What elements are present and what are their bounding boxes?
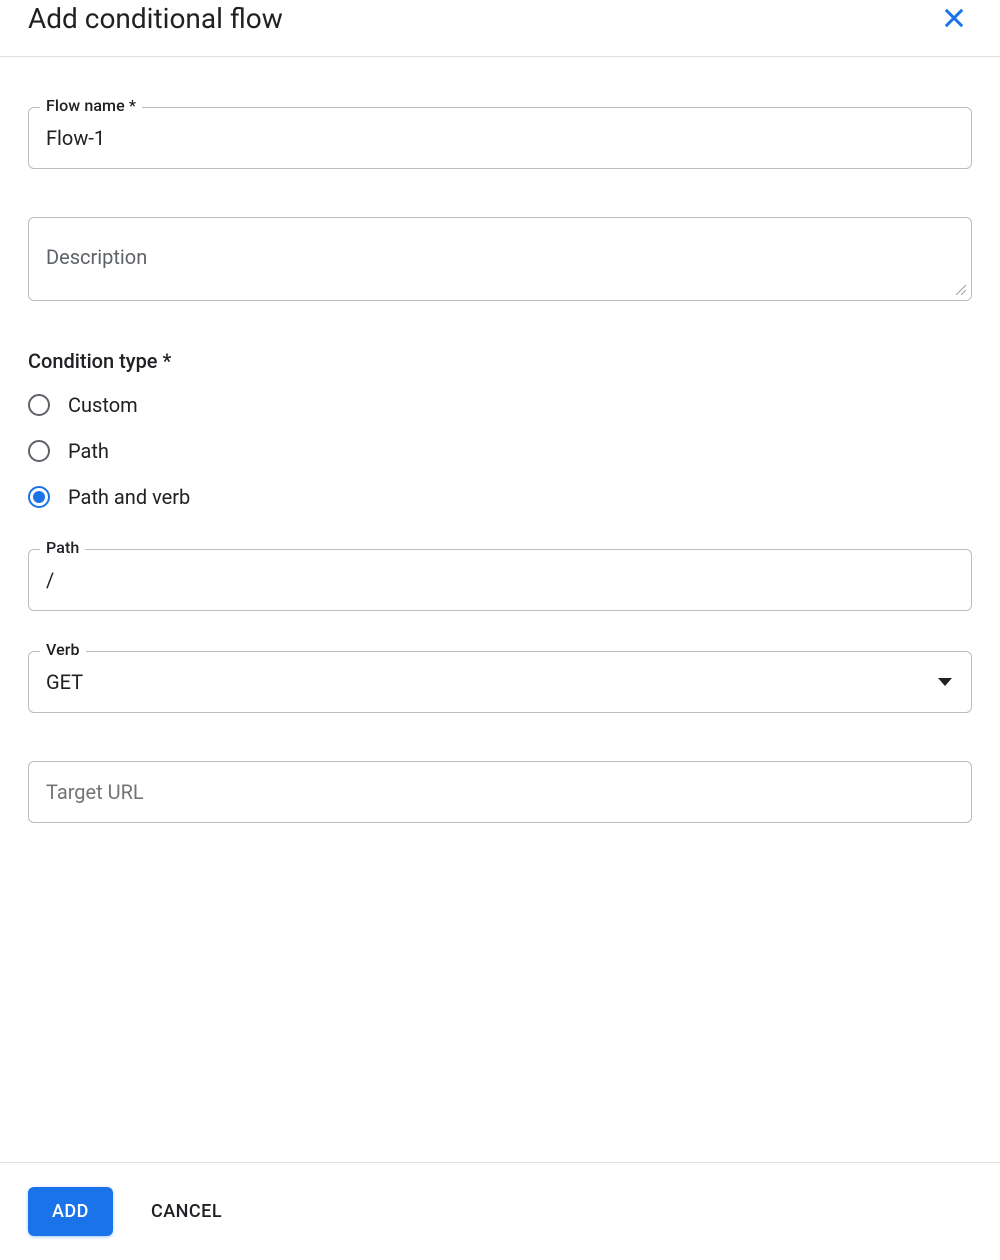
target-url-field [28,761,972,823]
close-button[interactable] [936,0,972,36]
condition-type-label: Condition type * [28,349,972,373]
flow-name-field: Flow name * [28,107,972,169]
path-field: Path [28,549,972,611]
radio-icon [28,440,50,462]
radio-label: Path [68,439,109,463]
verb-label: Verb [40,640,86,659]
dialog-title: Add conditional flow [28,2,283,35]
verb-field: Verb GET [28,651,972,713]
condition-type-group: Custom Path Path and verb [28,393,972,509]
close-icon [940,4,968,32]
path-label: Path [40,538,85,557]
radio-icon [28,394,50,416]
dialog-footer: ADD CANCEL [0,1162,1000,1260]
flow-name-input[interactable] [28,107,972,169]
radio-custom[interactable]: Custom [28,393,972,417]
radio-label: Custom [68,393,138,417]
dialog-header: Add conditional flow [0,0,1000,57]
target-url-input[interactable] [28,761,972,823]
description-input[interactable] [28,217,972,301]
verb-value: GET [28,651,972,713]
radio-label: Path and verb [68,485,190,509]
path-input[interactable] [28,549,972,611]
add-button[interactable]: ADD [28,1187,113,1236]
verb-select[interactable]: GET [28,651,972,713]
flow-name-label: Flow name * [40,96,142,115]
radio-icon [28,486,50,508]
description-field: Description [28,217,972,301]
dialog-body: Flow name * Description Condition type *… [0,57,1000,891]
cancel-button[interactable]: CANCEL [151,1187,222,1236]
radio-path-and-verb[interactable]: Path and verb [28,485,972,509]
radio-path[interactable]: Path [28,439,972,463]
